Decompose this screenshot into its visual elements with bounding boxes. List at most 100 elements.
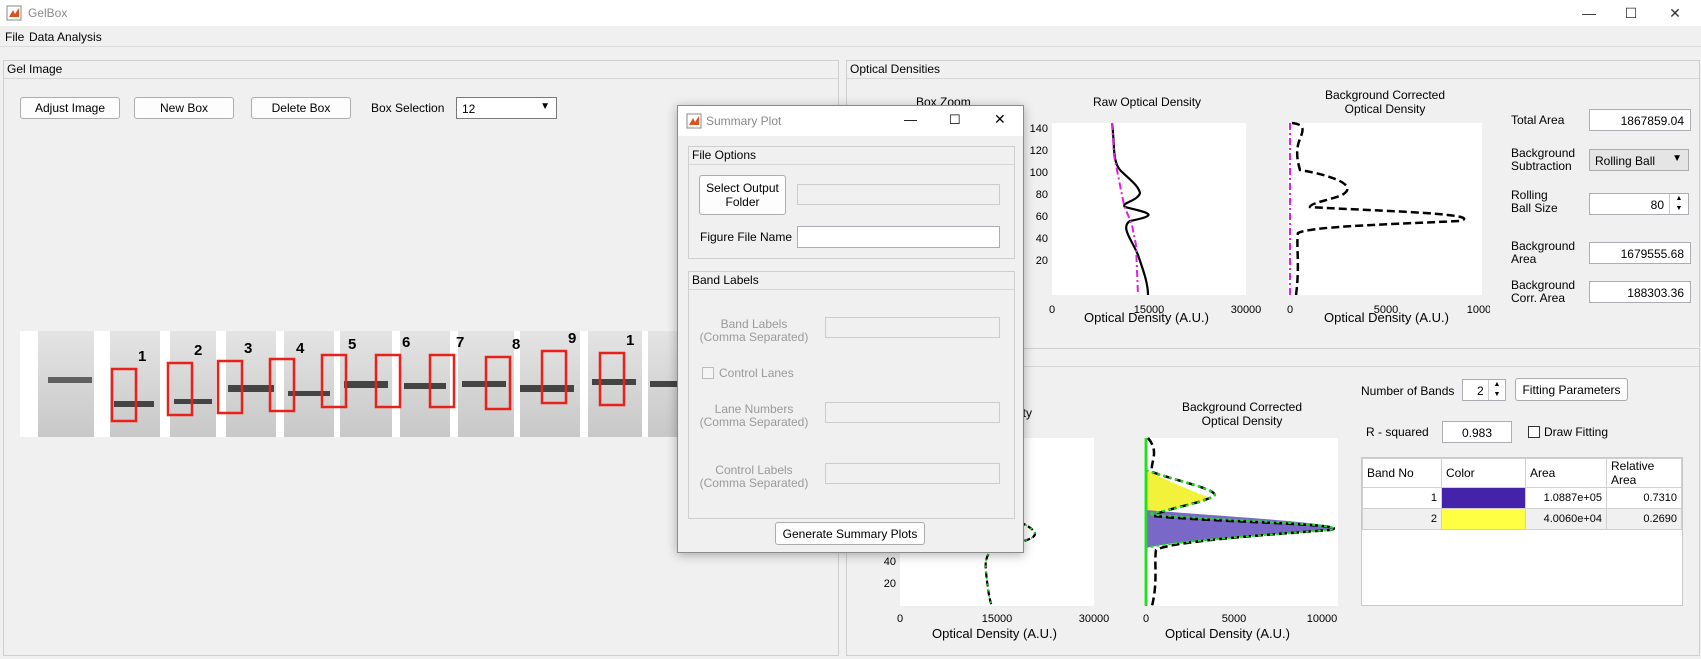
control-lanes-checkbox[interactable] — [702, 367, 714, 379]
header-area[interactable]: Area — [1525, 458, 1607, 488]
band-labels-panel: Band Labels Band Labels (Comma Separated… — [688, 271, 1015, 519]
menu-file[interactable]: File — [5, 30, 24, 44]
draw-fitting-checkbox[interactable] — [1528, 426, 1540, 438]
lane-label: 1 — [138, 348, 146, 365]
dialog-maximize-icon[interactable]: ☐ — [949, 112, 961, 128]
r-squared-label: R - squared — [1366, 425, 1429, 439]
fit-left-xticks: 0 15000 30000 — [897, 613, 1109, 625]
lane-label: 8 — [512, 336, 520, 353]
maximize-icon: ☐ — [1624, 4, 1638, 21]
control-labels-field[interactable] — [825, 463, 1000, 484]
lane-label: 3 — [244, 340, 252, 357]
x-tick-label: 0 — [897, 613, 903, 625]
dialog-close-icon[interactable]: ✕ — [994, 111, 1006, 128]
table-row[interactable]: 1 1.0887e+05 0.7310 — [1362, 487, 1682, 509]
maximize-button[interactable]: ☐ — [1608, 0, 1654, 26]
lane-numbers-field[interactable] — [825, 402, 1000, 423]
band-no-cell[interactable]: 1 — [1362, 487, 1442, 509]
bg-area-line2: Area — [1511, 252, 1537, 266]
lane-label: 5 — [348, 336, 356, 353]
rolling-ball-spinner[interactable]: 80 ▲ ▼ — [1589, 193, 1689, 215]
draw-fitting-label: Draw Fitting — [1544, 425, 1609, 439]
raw-od-plot: 14012010080604020 0 15000 30000 — [1030, 122, 1261, 316]
num-bands-arrows[interactable]: ▲ ▼ — [1488, 380, 1505, 400]
x-tick-label: 0 — [1143, 613, 1149, 625]
close-button[interactable]: ✕ — [1652, 0, 1698, 26]
y-tick-label: 40 — [1036, 233, 1048, 245]
dialog-title-bar: Summary Plot — ☐ ✕ — [678, 106, 1023, 136]
bg-corr-area-label: Background Corr. Area — [1511, 279, 1575, 305]
header-color[interactable]: Color — [1441, 458, 1526, 488]
band-labels-field[interactable] — [825, 317, 1000, 338]
adjust-image-button[interactable]: Adjust Image — [20, 97, 120, 119]
bg-area-field[interactable]: 1679555.68 — [1589, 242, 1691, 264]
y-tick-label: 100 — [1030, 167, 1048, 179]
control-lanes-label: Control Lanes — [719, 366, 794, 380]
y-tick-label: 140 — [1030, 123, 1048, 135]
box-selection-dropdown[interactable]: 12 ▼ — [456, 97, 557, 119]
menu-bar: File Data Analysis — [0, 26, 1701, 47]
delete-box-button[interactable]: Delete Box — [251, 97, 351, 119]
raw-od-title: Raw Optical Density — [1093, 95, 1202, 109]
table-row[interactable]: 2 4.0060e+04 0.2690 — [1362, 508, 1682, 530]
x-tick-label: 10000 — [1467, 304, 1490, 316]
y-tick-label: 80 — [1036, 189, 1048, 201]
relative-area-cell[interactable]: 0.7310 — [1606, 487, 1682, 509]
minimize-button[interactable]: — — [1566, 0, 1612, 26]
band-no-cell[interactable]: 2 — [1362, 508, 1442, 530]
spin-down-icon[interactable]: ▼ — [1489, 390, 1505, 400]
od-panel-title: Optical Densities — [850, 62, 941, 76]
relative-area-cell[interactable]: 0.2690 — [1606, 508, 1682, 530]
spinner-arrows[interactable]: ▲ ▼ — [1669, 194, 1688, 214]
control-labels-line2: (Comma Separated) — [699, 476, 809, 490]
rolling-ball-label: Rolling Ball Size — [1511, 189, 1558, 215]
file-options-panel: File Options Select Output Folder Figure… — [688, 146, 1015, 259]
spin-up-icon[interactable]: ▲ — [1489, 380, 1505, 390]
num-bands-label: Number of Bands — [1361, 384, 1455, 398]
x-tick-label: 30000 — [1079, 613, 1110, 625]
summary-plot-dialog: Summary Plot — ☐ ✕ File Options Select O… — [677, 105, 1024, 553]
fitting-parameters-button[interactable]: Fitting Parameters — [1515, 378, 1628, 401]
area-cell[interactable]: 1.0887e+05 — [1525, 487, 1607, 509]
figure-file-name-field[interactable] — [797, 226, 1000, 248]
spin-down-icon[interactable]: ▼ — [1670, 204, 1688, 214]
dialog-title: Summary Plot — [706, 114, 782, 128]
r-squared-field[interactable]: 0.983 — [1442, 421, 1512, 443]
spin-up-icon[interactable]: ▲ — [1670, 194, 1688, 204]
new-box-button[interactable]: New Box — [134, 97, 234, 119]
color-cell[interactable] — [1441, 487, 1526, 509]
num-bands-spinner[interactable]: 2 ▲ ▼ — [1462, 379, 1506, 401]
raw-yticks: 140 120 100 80 60 40 20 — [1030, 123, 1048, 267]
select-output-folder-button[interactable]: Select Output Folder — [699, 175, 786, 215]
file-options-title: File Options — [692, 148, 757, 162]
bg-xlabel-top: Optical Density (A.U.) — [1324, 310, 1449, 325]
y-tick-label: 120 — [1030, 145, 1048, 157]
area-cell[interactable]: 4.0060e+04 — [1525, 508, 1607, 530]
bg-corrected-plot-top: 0500010000 — [1287, 121, 1490, 316]
band-labels-line2: (Comma Separated) — [699, 330, 809, 344]
x-tick-label: 5000 — [1222, 613, 1246, 625]
x-tick-label: 15000 — [982, 613, 1013, 625]
menu-data-analysis[interactable]: Data Analysis — [29, 30, 102, 44]
x-tick-label: 0 — [1049, 304, 1055, 316]
dialog-minimize-icon[interactable]: — — [904, 112, 917, 127]
header-relative-area[interactable]: Relative Area — [1606, 458, 1682, 488]
bg-title-line1: Background Corrected — [1324, 88, 1446, 102]
color-cell[interactable] — [1441, 508, 1526, 530]
bg-corr-area-field[interactable]: 188303.36 — [1589, 281, 1691, 303]
control-labels-label: Control Labels (Comma Separated) — [699, 464, 809, 490]
generate-summary-plots-button[interactable]: Generate Summary Plots — [775, 522, 925, 545]
rolling-ball-value: 80 — [1650, 198, 1664, 212]
total-area-field[interactable]: 1867859.04 — [1589, 109, 1691, 131]
chevron-down-icon: ▼ — [540, 101, 550, 112]
figure-file-name-label: Figure File Name — [700, 230, 793, 244]
chevron-down-icon: ▼ — [1672, 153, 1682, 164]
header-band-no[interactable]: Band No — [1362, 458, 1442, 488]
band-labels-label: Band Labels (Comma Separated) — [699, 318, 809, 344]
output-folder-field[interactable] — [797, 184, 1000, 205]
bg-subtraction-dropdown[interactable]: Rolling Ball ▼ — [1589, 149, 1689, 171]
title-bar: GelBox — ☐ ✕ — [0, 0, 1701, 26]
fit-right-xlabel: Optical Density (A.U.) — [1165, 626, 1290, 641]
box-selection-value: 12 — [462, 102, 476, 116]
select-output-line1: Select Output — [706, 181, 779, 195]
